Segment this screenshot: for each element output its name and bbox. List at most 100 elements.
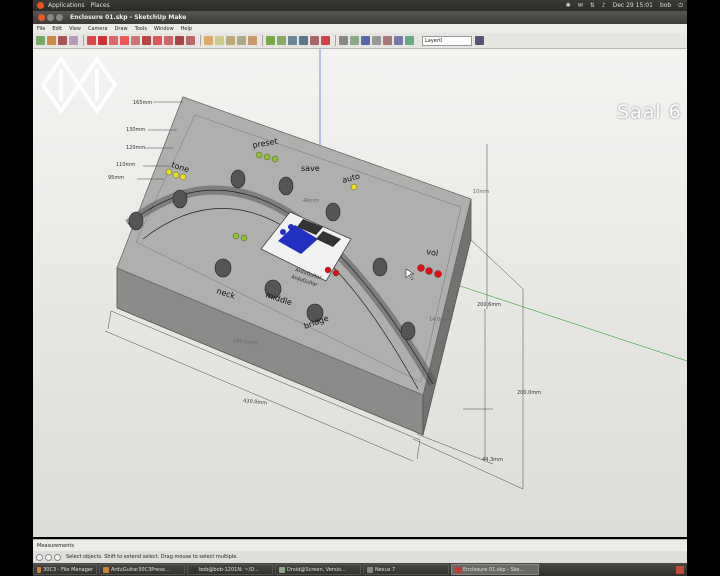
led-tone-3 [179,173,187,181]
orbit-tool-icon[interactable] [266,36,275,45]
geolocation-icon[interactable] [36,553,43,561]
clock[interactable]: Dec 29 15:01 [613,2,653,9]
knob-3 [230,169,246,189]
user-name[interactable]: bob [660,2,671,9]
layer-select[interactable]: Layer0 [422,35,472,46]
led-green-2 [240,234,248,242]
task-terminal[interactable]: bob@bob-1201N: ~/D... [187,564,273,575]
dim-120: 120mm [126,145,145,151]
letterbox-right [687,0,720,576]
extension-tool-icon[interactable] [394,36,403,45]
model-viewport[interactable]: ArduGuitar ArduGuitar tone preset save a… [33,49,687,537]
task-sketchup[interactable]: Enclosure 01.skp - Ske... [451,564,539,575]
position-camera-tool-icon[interactable] [372,36,381,45]
led-green-1 [232,232,240,240]
task-file-manager[interactable]: 30C3 - File Manager [33,564,97,575]
circle-tool-icon[interactable] [109,36,118,45]
led-auto [350,183,358,191]
previous-view-tool-icon[interactable] [321,36,330,45]
help-icon[interactable] [54,553,61,561]
saal-logo-icon [40,55,118,115]
menu-help[interactable]: Help [181,26,192,32]
toolbar: Layer0 [33,33,687,49]
volume-icon[interactable]: ♪ [602,2,606,9]
dim-14: 14.0mm [429,317,450,323]
eraser-tool-icon[interactable] [47,36,56,45]
measurements-label: Measurements [37,543,74,549]
window-titlebar[interactable]: Enclosure 01.skp - SketchUp Make [33,11,687,24]
credits-icon[interactable] [45,553,52,561]
menu-camera[interactable]: Camera [88,26,108,32]
sketchup-icon [455,566,461,573]
knob-neck [214,258,232,278]
dim-165: 165mm [133,100,152,106]
measurements-bar: Measurements [33,539,687,551]
tape-tool-icon[interactable] [204,36,213,45]
bluetooth-icon[interactable]: ✱ [566,2,571,9]
section-tool-icon[interactable] [361,36,370,45]
menu-tools[interactable]: Tools [135,26,147,32]
arc-tool-icon[interactable] [87,36,96,45]
layers-tool-icon[interactable] [405,36,414,45]
polygon-tool-icon[interactable] [120,36,129,45]
dimension-tool-icon[interactable] [215,36,224,45]
warehouse-tool-icon[interactable] [383,36,392,45]
mail-icon[interactable]: ✉ [578,2,583,9]
dim-2006: 200.6mm [477,302,501,308]
axes-tool-icon[interactable] [248,36,257,45]
label-save: save [301,164,320,173]
menu-places[interactable]: Places [91,2,110,9]
dim-200: 200.0mm [517,390,541,396]
scale-tool-icon[interactable] [175,36,184,45]
knob-7 [400,321,416,341]
ubuntu-logo-icon[interactable] [37,2,44,9]
paint-tool-icon[interactable] [58,36,67,45]
status-text: Select objects. Shift to extend select. … [66,554,238,560]
knob-5 [325,202,341,222]
lookaround-tool-icon[interactable] [350,36,359,45]
pushpull-tool-icon[interactable] [131,36,140,45]
menu-applications[interactable]: Applications [48,2,85,9]
zoom-window-tool-icon[interactable] [299,36,308,45]
dim-430: 430.0mm [243,398,268,406]
layer-manager-icon[interactable] [475,36,484,45]
zoom-tool-icon[interactable] [288,36,297,45]
select-tool-icon[interactable] [36,36,45,45]
rectangle-tool-icon[interactable] [98,36,107,45]
menu-edit[interactable]: Edit [52,26,62,32]
minimize-icon[interactable] [47,14,54,21]
pan-tool-icon[interactable] [277,36,286,45]
menu-view[interactable]: View [69,26,81,32]
blue-knob-2 [288,224,294,230]
rotate-tool-icon[interactable] [153,36,162,45]
task-label: Enclosure 01.skp - Ske... [463,566,525,573]
text-tool-icon[interactable] [237,36,246,45]
task-droid-screen[interactable]: Droid@Screen, Versio... [275,564,361,575]
network-icon[interactable]: ⇅ [590,2,595,9]
knob-1 [128,211,144,231]
workspace-switcher-icon[interactable] [676,565,684,574]
task-arduguitar[interactable]: ArduGuitar30C3Prese... [99,564,185,575]
protractor-tool-icon[interactable] [226,36,235,45]
task-label: bob@bob-1201N: ~/D... [199,566,259,573]
task-nexus[interactable]: Nexus 7 [363,564,449,575]
dim-95: 95mm [108,175,124,181]
close-icon[interactable] [38,14,45,21]
offset-tool-icon[interactable] [186,36,195,45]
window-icon [367,566,373,573]
followme-tool-icon[interactable] [164,36,173,45]
line-tool-icon[interactable] [69,36,78,45]
zoom-extents-tool-icon[interactable] [310,36,319,45]
dim-443: 44.3mm [482,457,503,463]
maximize-icon[interactable] [56,14,63,21]
led-vol-1 [417,264,425,272]
blue-knob-1 [280,229,286,235]
power-icon[interactable]: ⏻ [678,2,683,10]
knob-2 [172,189,188,209]
walk-tool-icon[interactable] [339,36,348,45]
move-tool-icon[interactable] [142,36,151,45]
menu-draw[interactable]: Draw [115,26,128,32]
menu-file[interactable]: File [37,26,45,32]
menu-window[interactable]: Window [154,26,174,32]
terminal-icon [191,566,197,573]
